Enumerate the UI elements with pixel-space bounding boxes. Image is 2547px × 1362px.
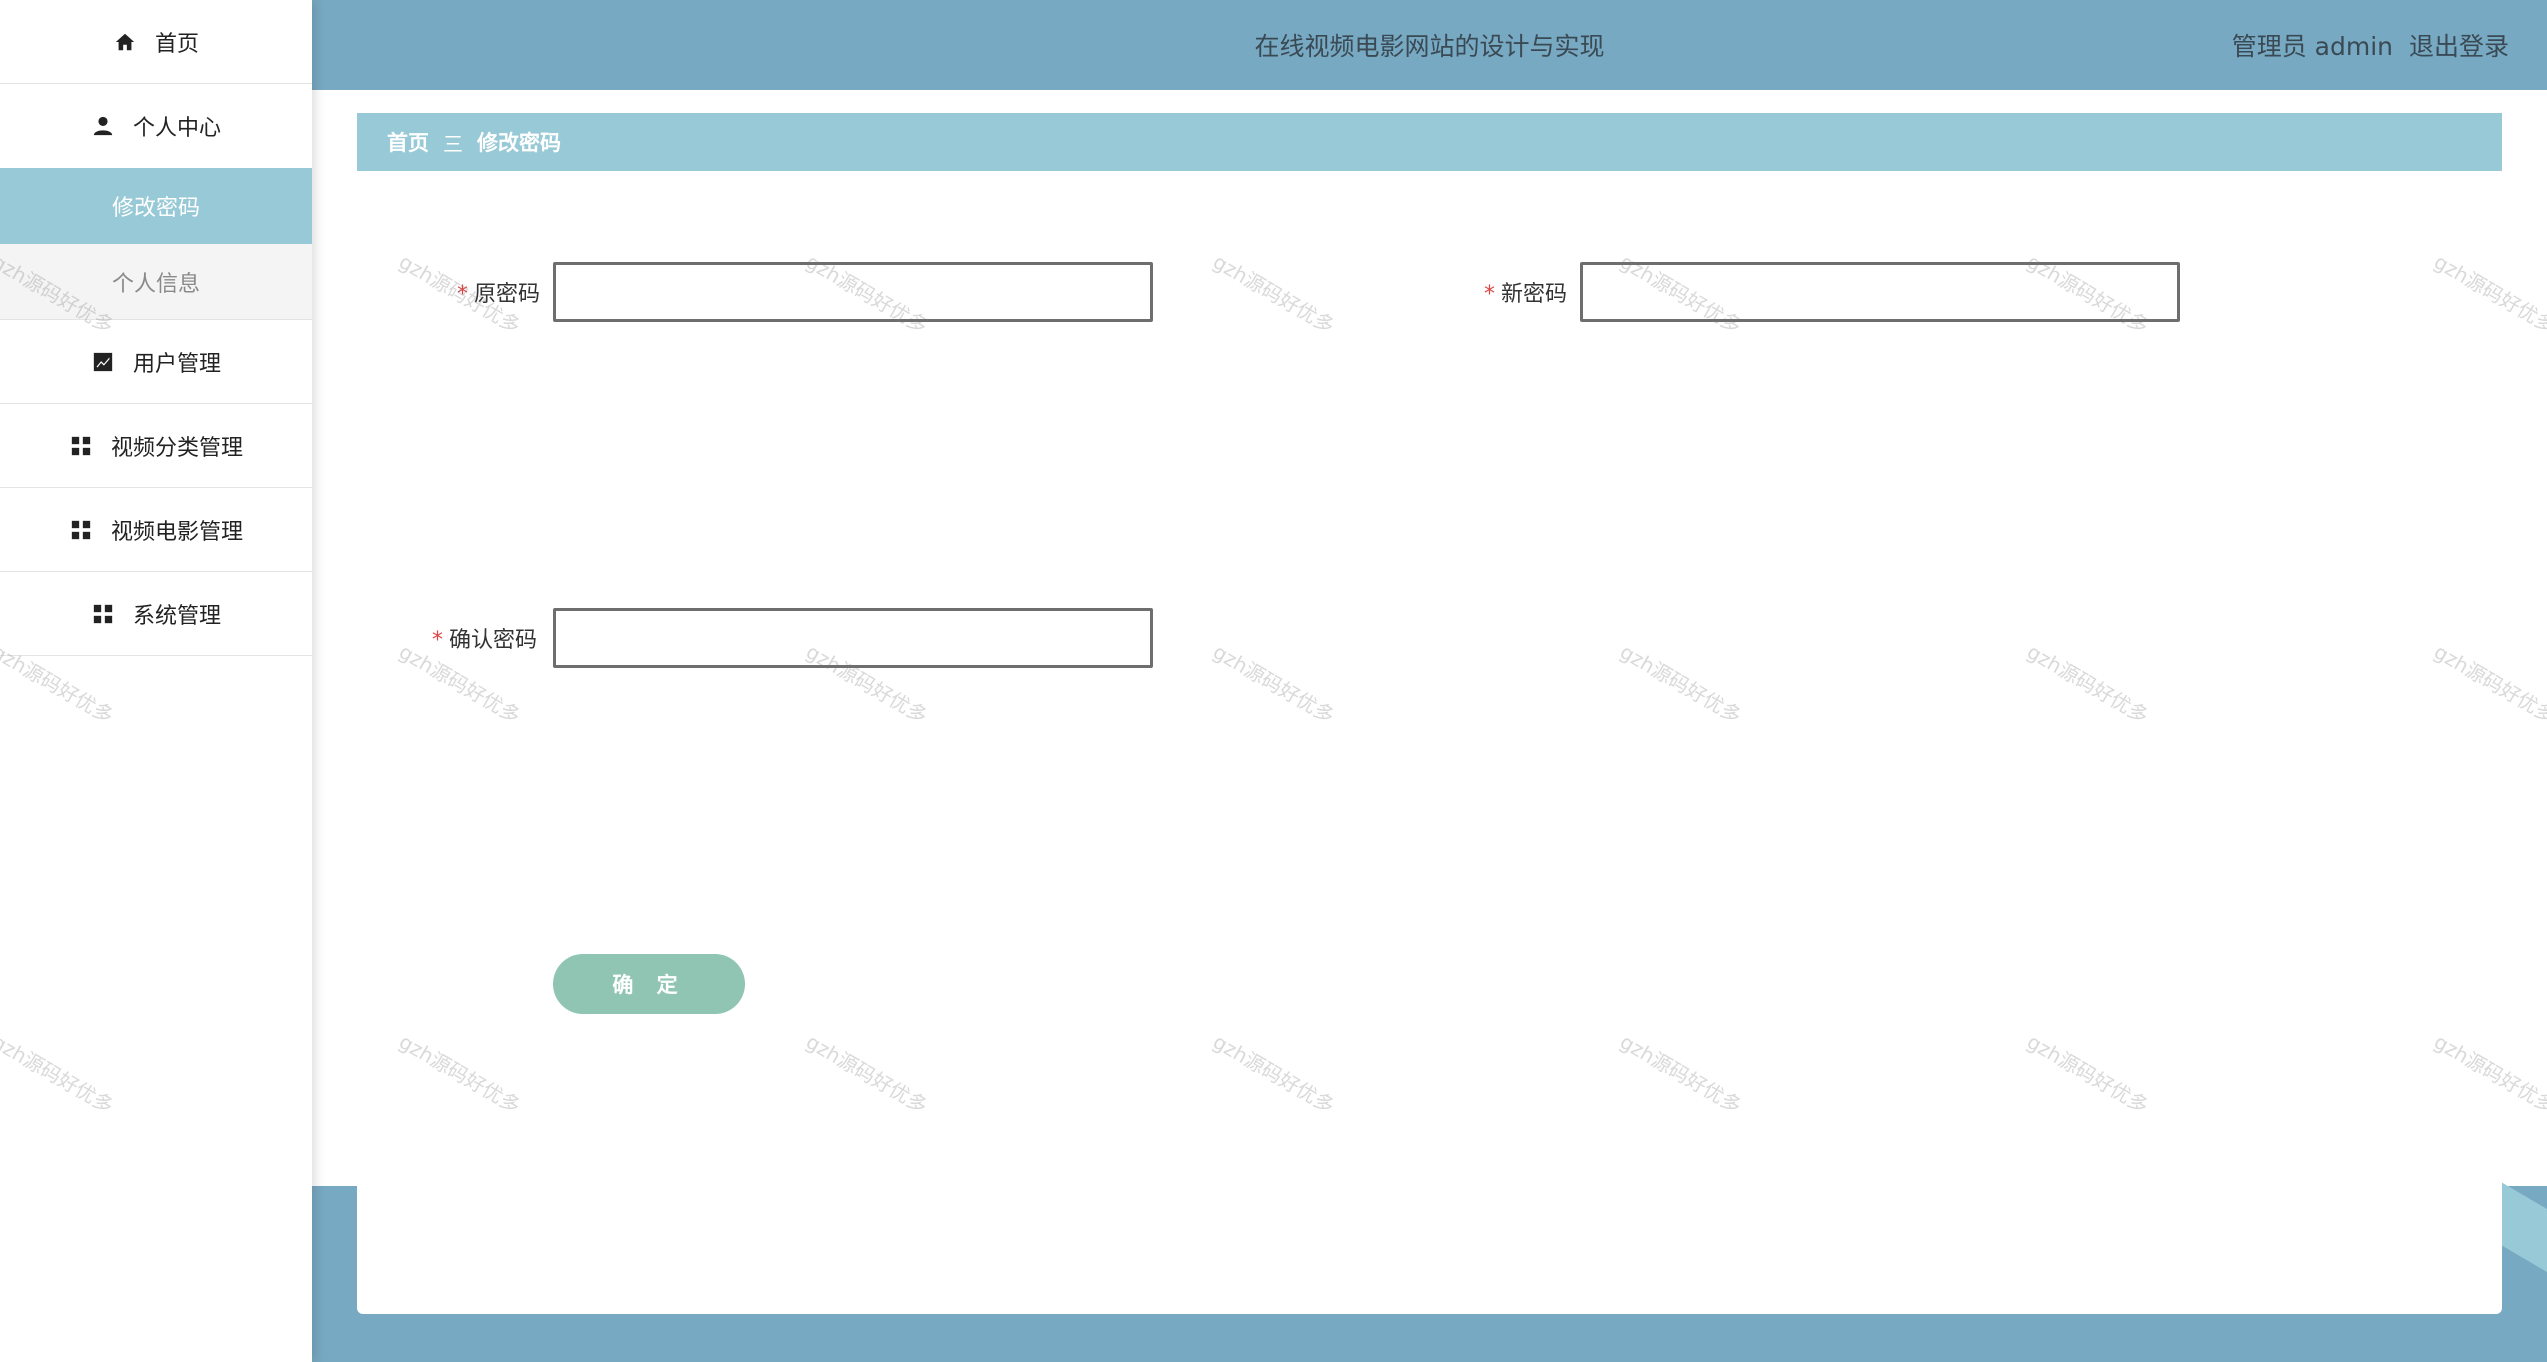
sidebar-subitem-change-password[interactable]: 修改密码 xyxy=(0,168,312,244)
home-icon xyxy=(113,30,137,54)
sidebar-item-label: 首页 xyxy=(154,31,199,57)
sidebar-item-system[interactable]: 系统管理 xyxy=(0,572,312,656)
new-password-label-text: 新密码 xyxy=(1501,282,1568,307)
main-content: 首页 三 修改密码 * 原密码 * 新密码 * 确认密码 确 定 xyxy=(357,110,2502,1314)
required-mark: * xyxy=(457,282,468,307)
required-mark: * xyxy=(1484,282,1495,307)
old-password-label-text: 原密码 xyxy=(474,282,541,307)
confirm-password-row: * 确认密码 xyxy=(421,608,1153,668)
sidebar-item-label: 视频电影管理 xyxy=(110,519,243,545)
sidebar-item-label: 视频分类管理 xyxy=(110,435,243,461)
current-user-label: 管理员 admin xyxy=(2231,32,2393,61)
grid-icon xyxy=(91,602,115,626)
submit-button[interactable]: 确 定 xyxy=(553,954,745,1014)
sidebar-item-home[interactable]: 首页 xyxy=(0,0,312,84)
sidebar-item-video-category[interactable]: 视频分类管理 xyxy=(0,404,312,488)
new-password-label: * 新密码 xyxy=(1484,276,1568,308)
sidebar-item-video-movie[interactable]: 视频电影管理 xyxy=(0,488,312,572)
sidebar-subitem-label: 修改密码 xyxy=(111,196,200,221)
breadcrumb: 首页 三 修改密码 xyxy=(357,113,2502,171)
sidebar-item-label: 个人中心 xyxy=(132,116,221,141)
chart-icon xyxy=(91,350,115,374)
top-header: 在线视频电影网站的设计与实现 管理员 admin 退出登录 xyxy=(312,0,2547,90)
breadcrumb-separator: 三 xyxy=(443,131,463,156)
confirm-password-label: * 确认密码 xyxy=(421,622,537,654)
sidebar-item-label: 用户管理 xyxy=(132,351,221,377)
old-password-row: * 原密码 xyxy=(457,262,1153,322)
breadcrumb-home[interactable]: 首页 xyxy=(387,127,429,157)
old-password-input[interactable] xyxy=(553,262,1153,322)
sidebar: 首页 个人中心 修改密码 个人信息 用户管理 视频分类管理 视频电影管理 系统管… xyxy=(0,0,312,1362)
user-icon xyxy=(91,114,115,138)
sidebar-item-personal-center[interactable]: 个人中心 xyxy=(0,84,312,168)
required-mark: * xyxy=(431,628,443,653)
sidebar-subitem-personal-info[interactable]: 个人信息 xyxy=(0,244,312,320)
breadcrumb-current: 修改密码 xyxy=(477,131,561,155)
grid-icon xyxy=(69,434,93,458)
site-title: 在线视频电影网站的设计与实现 xyxy=(1254,32,1605,61)
header-user-area: 管理员 admin 退出登录 xyxy=(2232,0,2509,90)
new-password-row: * 新密码 xyxy=(1484,262,2180,322)
logout-link[interactable]: 退出登录 xyxy=(2409,27,2509,63)
app-root: 在线视频电影网站的设计与实现 管理员 admin 退出登录 首页 个人中心 修改… xyxy=(0,0,2547,1362)
confirm-password-input[interactable] xyxy=(553,608,1153,668)
sidebar-item-label: 系统管理 xyxy=(132,603,221,629)
sidebar-subitem-label: 个人信息 xyxy=(111,271,200,297)
grid-icon xyxy=(69,518,93,542)
confirm-password-label-text: 确认密码 xyxy=(448,628,537,653)
old-password-label: * 原密码 xyxy=(457,276,541,308)
sidebar-item-user-management[interactable]: 用户管理 xyxy=(0,320,312,404)
new-password-input[interactable] xyxy=(1580,262,2180,322)
